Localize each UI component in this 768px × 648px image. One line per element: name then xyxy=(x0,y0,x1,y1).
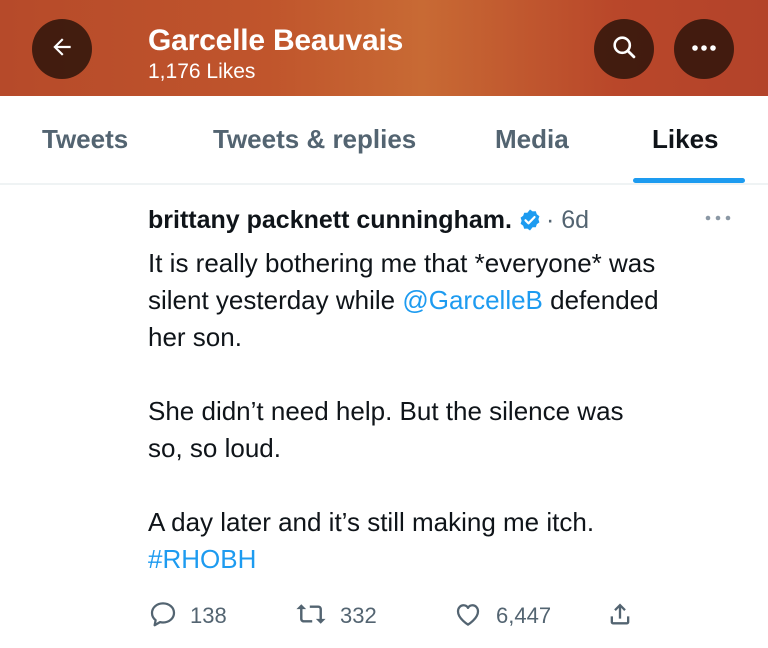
verified-badge-icon xyxy=(518,208,542,232)
more-horizontal-icon xyxy=(690,40,718,58)
tweet-author-name[interactable]: brittany packnett cunningham. xyxy=(148,206,512,235)
tweet-text-line: so, so loud. xyxy=(148,433,281,463)
search-button[interactable] xyxy=(594,19,654,79)
like-button[interactable]: 6,447 xyxy=(452,596,551,636)
tweet-header: brittany packnett cunningham. · 6d xyxy=(148,203,589,237)
share-button[interactable] xyxy=(606,596,634,636)
tweet-text-line: She didn’t need help. But the silence wa… xyxy=(148,396,624,426)
tweet-text-line: It is really bothering me that *everyone… xyxy=(148,248,656,278)
tabs-divider xyxy=(0,183,768,185)
reply-count: 138 xyxy=(190,603,227,628)
heart-icon xyxy=(452,599,484,634)
profile-tabs: Tweets Tweets & replies Media Likes xyxy=(0,96,768,184)
reply-button[interactable]: 138 xyxy=(148,596,227,636)
tweet-text-line: silent yesterday while @GarcelleB defend… xyxy=(148,282,748,319)
tab-tweets[interactable]: Tweets xyxy=(42,124,128,155)
tweet-timestamp[interactable]: · 6d xyxy=(546,206,589,235)
more-button[interactable] xyxy=(674,19,734,79)
like-count: 6,447 xyxy=(496,603,552,628)
retweet-count: 332 xyxy=(340,603,377,628)
retweet-icon xyxy=(294,599,328,634)
reply-icon xyxy=(148,599,178,634)
tweet-text-line: A day later and it’s still making me itc… xyxy=(148,507,595,537)
mention-link[interactable]: @GarcelleB xyxy=(402,285,543,315)
arrow-left-icon xyxy=(49,34,75,65)
tab-media[interactable]: Media xyxy=(495,124,569,155)
tweet-more-button[interactable] xyxy=(704,210,732,228)
tweet-text: It is really bothering me that *everyone… xyxy=(148,245,748,578)
profile-header: Garcelle Beauvais 1,176 Likes xyxy=(0,0,768,96)
tweet-text-segment: defended xyxy=(542,285,659,315)
back-button[interactable] xyxy=(32,19,92,79)
search-icon xyxy=(610,33,638,66)
more-horizontal-icon xyxy=(704,210,732,227)
tweet-text-line: her son. xyxy=(148,322,242,352)
share-icon xyxy=(606,599,634,634)
tweet-text-segment: silent yesterday while xyxy=(148,285,403,315)
hashtag-link[interactable]: #RHOBH xyxy=(148,541,748,578)
tab-tweets-and-replies[interactable]: Tweets & replies xyxy=(213,124,416,155)
tab-likes[interactable]: Likes xyxy=(652,124,719,155)
retweet-button[interactable]: 332 xyxy=(294,596,377,636)
profile-name: Garcelle Beauvais xyxy=(148,24,404,57)
likes-count: 1,176 Likes xyxy=(148,60,256,83)
